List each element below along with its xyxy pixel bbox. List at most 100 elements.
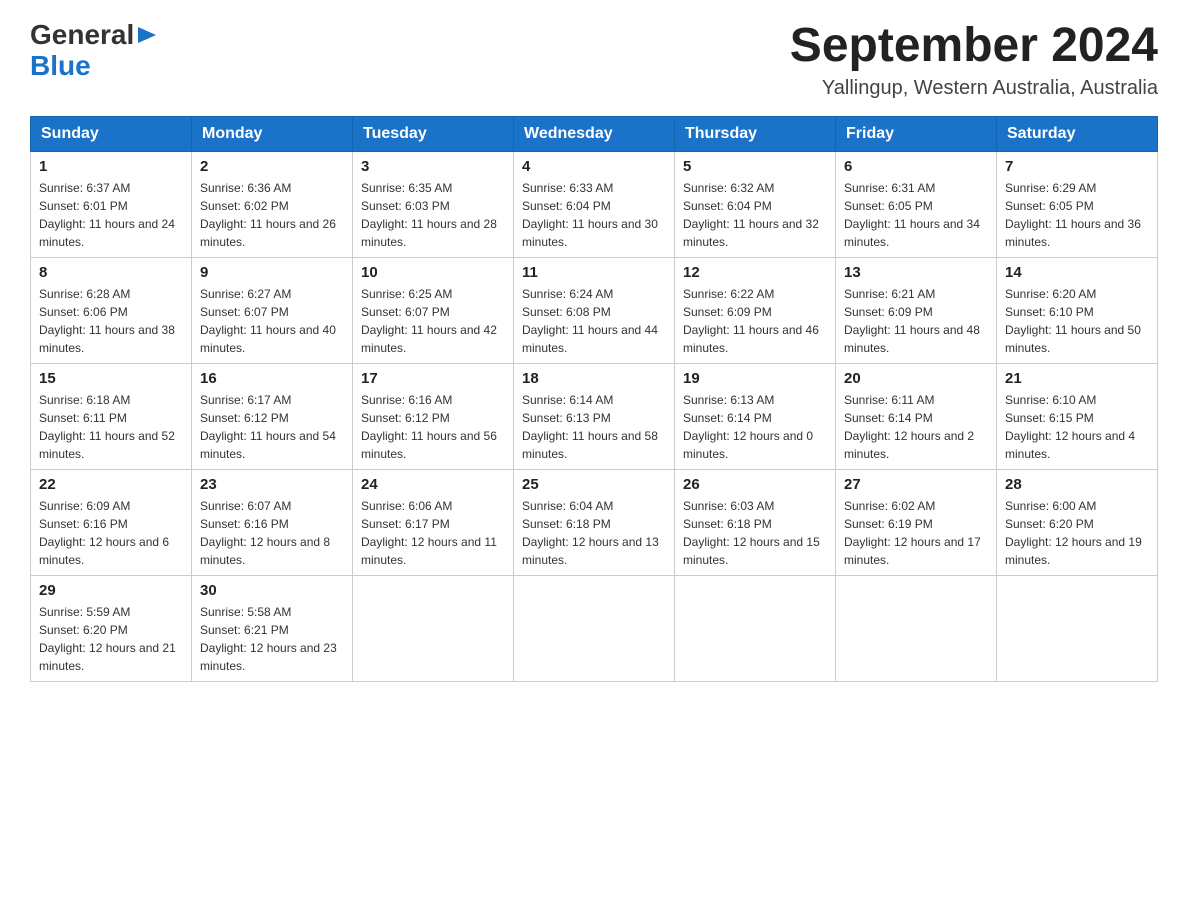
day-number: 27: [844, 476, 988, 493]
table-cell: 13 Sunrise: 6:21 AMSunset: 6:09 PMDayligh…: [836, 257, 997, 363]
day-number: 17: [361, 370, 505, 387]
table-cell: 26 Sunrise: 6:03 AMSunset: 6:18 PMDayligh…: [675, 469, 836, 575]
table-cell: 12 Sunrise: 6:22 AMSunset: 6:09 PMDayligh…: [675, 257, 836, 363]
table-cell: 15 Sunrise: 6:18 AMSunset: 6:11 PMDayligh…: [31, 363, 192, 469]
logo-blue-text: Blue: [30, 50, 91, 81]
col-wednesday: Wednesday: [514, 116, 675, 151]
day-info: Sunrise: 6:10 AMSunset: 6:15 PMDaylight:…: [1005, 391, 1149, 463]
table-cell: 24Sunrise: 6:06 AMSunset: 6:17 PMDayligh…: [353, 469, 514, 575]
day-number: 28: [1005, 476, 1149, 493]
day-info: Sunrise: 6:32 AMSunset: 6:04 PMDaylight:…: [683, 179, 827, 251]
day-info: Sunrise: 6:03 AMSunset: 6:18 PMDaylight:…: [683, 497, 827, 569]
day-info: Sunrise: 6:25 AMSunset: 6:07 PMDaylight:…: [361, 285, 505, 357]
table-cell: 23Sunrise: 6:07 AMSunset: 6:16 PMDayligh…: [192, 469, 353, 575]
day-number: 9: [200, 264, 344, 281]
day-number: 18: [522, 370, 666, 387]
day-info: Sunrise: 6:20 AMSunset: 6:10 PMDaylight:…: [1005, 285, 1149, 357]
table-cell: 28 Sunrise: 6:00 AMSunset: 6:20 PMDayligh…: [997, 469, 1158, 575]
day-info: Sunrise: 6:35 AMSunset: 6:03 PMDaylight:…: [361, 179, 505, 251]
logo-arrow-icon: [136, 24, 158, 46]
table-cell: 30Sunrise: 5:58 AMSunset: 6:21 PMDayligh…: [192, 575, 353, 681]
table-cell: 5 Sunrise: 6:32 AMSunset: 6:04 PMDaylight…: [675, 151, 836, 257]
day-number: 3: [361, 158, 505, 175]
day-number: 12: [683, 264, 827, 281]
day-number: 5: [683, 158, 827, 175]
table-cell: 8 Sunrise: 6:28 AMSunset: 6:06 PMDaylight…: [31, 257, 192, 363]
table-cell: 10 Sunrise: 6:25 AMSunset: 6:07 PMDayligh…: [353, 257, 514, 363]
month-year-title: September 2024: [790, 20, 1158, 73]
table-cell: 4Sunrise: 6:33 AMSunset: 6:04 PMDaylight…: [514, 151, 675, 257]
table-cell: 17Sunrise: 6:16 AMSunset: 6:12 PMDayligh…: [353, 363, 514, 469]
table-cell: 6 Sunrise: 6:31 AMSunset: 6:05 PMDaylight…: [836, 151, 997, 257]
calendar-table: Sunday Monday Tuesday Wednesday Thursday…: [30, 116, 1158, 682]
table-cell: [675, 575, 836, 681]
table-cell: [353, 575, 514, 681]
table-cell: 16 Sunrise: 6:17 AMSunset: 6:12 PMDayligh…: [192, 363, 353, 469]
table-cell: 9 Sunrise: 6:27 AMSunset: 6:07 PMDaylight…: [192, 257, 353, 363]
day-number: 23: [200, 476, 344, 493]
week-row-1: 1 Sunrise: 6:37 AMSunset: 6:01 PMDaylight…: [31, 151, 1158, 257]
day-number: 15: [39, 370, 183, 387]
table-cell: 1 Sunrise: 6:37 AMSunset: 6:01 PMDaylight…: [31, 151, 192, 257]
day-number: 10: [361, 264, 505, 281]
day-info: Sunrise: 6:18 AMSunset: 6:11 PMDaylight:…: [39, 391, 183, 463]
day-info: Sunrise: 6:28 AMSunset: 6:06 PMDaylight:…: [39, 285, 183, 357]
header: General Blue September 2024 Yallingup, W…: [30, 20, 1158, 100]
day-info: Sunrise: 6:11 AMSunset: 6:14 PMDaylight:…: [844, 391, 988, 463]
weekday-header-row: Sunday Monday Tuesday Wednesday Thursday…: [31, 116, 1158, 151]
table-cell: 19Sunrise: 6:13 AMSunset: 6:14 PMDayligh…: [675, 363, 836, 469]
day-number: 20: [844, 370, 988, 387]
week-row-5: 29 Sunrise: 5:59 AMSunset: 6:20 PMDayligh…: [31, 575, 1158, 681]
day-info: Sunrise: 5:59 AMSunset: 6:20 PMDaylight:…: [39, 603, 183, 675]
table-cell: 22Sunrise: 6:09 AMSunset: 6:16 PMDayligh…: [31, 469, 192, 575]
day-info: Sunrise: 6:36 AMSunset: 6:02 PMDaylight:…: [200, 179, 344, 251]
table-cell: 25 Sunrise: 6:04 AMSunset: 6:18 PMDayligh…: [514, 469, 675, 575]
day-info: Sunrise: 6:04 AMSunset: 6:18 PMDaylight:…: [522, 497, 666, 569]
table-cell: 7 Sunrise: 6:29 AMSunset: 6:05 PMDaylight…: [997, 151, 1158, 257]
day-info: Sunrise: 6:21 AMSunset: 6:09 PMDaylight:…: [844, 285, 988, 357]
day-info: Sunrise: 6:17 AMSunset: 6:12 PMDaylight:…: [200, 391, 344, 463]
day-number: 30: [200, 582, 344, 599]
table-cell: [836, 575, 997, 681]
col-monday: Monday: [192, 116, 353, 151]
day-number: 25: [522, 476, 666, 493]
table-cell: 27Sunrise: 6:02 AMSunset: 6:19 PMDayligh…: [836, 469, 997, 575]
day-info: Sunrise: 6:29 AMSunset: 6:05 PMDaylight:…: [1005, 179, 1149, 251]
day-number: 14: [1005, 264, 1149, 281]
table-cell: 29 Sunrise: 5:59 AMSunset: 6:20 PMDayligh…: [31, 575, 192, 681]
col-sunday: Sunday: [31, 116, 192, 151]
week-row-2: 8 Sunrise: 6:28 AMSunset: 6:06 PMDaylight…: [31, 257, 1158, 363]
day-number: 29: [39, 582, 183, 599]
day-number: 7: [1005, 158, 1149, 175]
day-info: Sunrise: 6:37 AMSunset: 6:01 PMDaylight:…: [39, 179, 183, 251]
day-number: 8: [39, 264, 183, 281]
day-info: Sunrise: 6:13 AMSunset: 6:14 PMDaylight:…: [683, 391, 827, 463]
table-cell: [997, 575, 1158, 681]
day-info: Sunrise: 6:00 AMSunset: 6:20 PMDaylight:…: [1005, 497, 1149, 569]
logo: General Blue: [30, 20, 158, 82]
table-cell: 3 Sunrise: 6:35 AMSunset: 6:03 PMDaylight…: [353, 151, 514, 257]
logo-general-text: General: [30, 20, 134, 51]
day-number: 13: [844, 264, 988, 281]
day-number: 16: [200, 370, 344, 387]
week-row-4: 22Sunrise: 6:09 AMSunset: 6:16 PMDayligh…: [31, 469, 1158, 575]
day-info: Sunrise: 6:31 AMSunset: 6:05 PMDaylight:…: [844, 179, 988, 251]
day-info: Sunrise: 6:14 AMSunset: 6:13 PMDaylight:…: [522, 391, 666, 463]
day-number: 21: [1005, 370, 1149, 387]
day-number: 1: [39, 158, 183, 175]
table-cell: 20 Sunrise: 6:11 AMSunset: 6:14 PMDayligh…: [836, 363, 997, 469]
col-thursday: Thursday: [675, 116, 836, 151]
col-tuesday: Tuesday: [353, 116, 514, 151]
table-cell: [514, 575, 675, 681]
table-cell: 2Sunrise: 6:36 AMSunset: 6:02 PMDaylight…: [192, 151, 353, 257]
day-info: Sunrise: 6:22 AMSunset: 6:09 PMDaylight:…: [683, 285, 827, 357]
day-number: 22: [39, 476, 183, 493]
day-number: 26: [683, 476, 827, 493]
week-row-3: 15 Sunrise: 6:18 AMSunset: 6:11 PMDayligh…: [31, 363, 1158, 469]
table-cell: 11Sunrise: 6:24 AMSunset: 6:08 PMDayligh…: [514, 257, 675, 363]
day-info: Sunrise: 6:24 AMSunset: 6:08 PMDaylight:…: [522, 285, 666, 357]
table-cell: 18 Sunrise: 6:14 AMSunset: 6:13 PMDayligh…: [514, 363, 675, 469]
day-number: 6: [844, 158, 988, 175]
col-friday: Friday: [836, 116, 997, 151]
day-info: Sunrise: 6:27 AMSunset: 6:07 PMDaylight:…: [200, 285, 344, 357]
